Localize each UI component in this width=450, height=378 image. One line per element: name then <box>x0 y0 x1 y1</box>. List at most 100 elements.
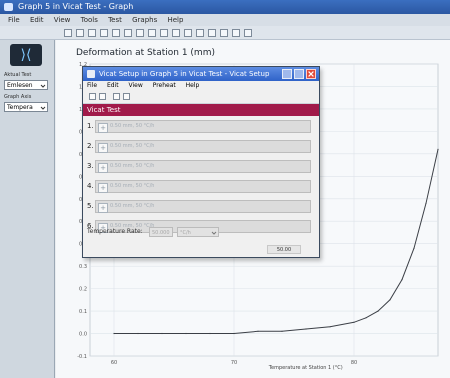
expand-icon[interactable]: + <box>98 163 108 173</box>
data-point <box>233 332 235 335</box>
data-point <box>329 326 331 328</box>
data-point <box>305 328 307 330</box>
dialog-menu-view[interactable]: View <box>129 82 143 89</box>
temperature-rate-input[interactable]: 50.000 <box>149 227 173 237</box>
y-tick-label: 0.0 <box>79 332 87 338</box>
grid-icon[interactable] <box>172 29 180 37</box>
help-icon[interactable] <box>244 29 252 37</box>
station-field[interactable]: + 0.50 mm, 50 °C/h <box>95 180 311 193</box>
station-value: 0.50 mm, 50 °C/h <box>110 163 155 169</box>
chevron-down-icon <box>40 84 46 88</box>
station-number: 3. <box>87 162 94 170</box>
expand-icon[interactable]: + <box>98 123 108 133</box>
app-logo: ⟩⟨ <box>10 44 42 66</box>
zoom-in-icon[interactable] <box>112 29 120 37</box>
data-point <box>389 299 391 301</box>
graph-axis-select[interactable]: Tempera <box>4 102 48 112</box>
station-number: 2. <box>87 142 94 150</box>
temperature-rate-unit-select[interactable]: °C/h <box>177 227 219 237</box>
dialog-menu-help[interactable]: Help <box>186 82 200 89</box>
x-tick-label: 60 <box>111 360 117 366</box>
temperature-rate-label: Temperature Rate: <box>87 228 143 235</box>
data-point <box>365 317 367 319</box>
data-point <box>209 332 211 335</box>
station-field[interactable]: + 0.50 mm, 50 °C/h <box>95 140 311 153</box>
data-point <box>161 332 163 335</box>
dialog-titlebar: Vicat Setup in Graph 5 in Vicat Test - V… <box>83 67 319 81</box>
expand-icon[interactable]: + <box>98 143 108 153</box>
menu-view[interactable]: View <box>54 14 71 26</box>
data-point <box>425 202 427 204</box>
maximize-button[interactable] <box>294 69 304 79</box>
data-point <box>413 247 415 249</box>
data-point <box>185 332 187 335</box>
data-point <box>281 330 283 332</box>
data-point <box>401 279 403 281</box>
station-field[interactable]: + 0.50 mm, 50 °C/h <box>95 200 311 213</box>
cursor-icon[interactable] <box>160 29 168 37</box>
fit-icon[interactable] <box>136 29 144 37</box>
toolbar <box>0 26 450 40</box>
window-titlebar: Graph 5 in Vicat Test - Graph <box>0 0 450 14</box>
save-icon[interactable] <box>88 29 96 37</box>
station-value: 0.50 mm, 50 °C/h <box>110 123 155 129</box>
expand-icon[interactable]: + <box>98 203 108 213</box>
y-tick-label: 0.1 <box>79 309 87 315</box>
dialog-toolbar <box>83 91 319 104</box>
station-row: 5. + 0.50 mm, 50 °C/h <box>87 198 315 216</box>
zoom-out-icon[interactable] <box>124 29 132 37</box>
station-value: 0.50 mm, 50 °C/h <box>110 143 155 149</box>
data-point <box>113 332 115 335</box>
dialog-menu-preheat[interactable]: Preheat <box>153 82 176 89</box>
station-field[interactable]: + 0.50 mm, 50 °C/h <box>95 160 311 173</box>
y-tick-label: 0.2 <box>79 287 87 293</box>
menu-test[interactable]: Test <box>108 14 122 26</box>
graph-title: Deformation at Station 1 (mm) <box>76 48 215 58</box>
menu-help[interactable]: Help <box>167 14 183 26</box>
station-number: 4. <box>87 182 94 190</box>
close-icon <box>308 71 314 77</box>
data-point <box>377 310 379 312</box>
dialog-settings-icon[interactable] <box>123 93 130 100</box>
dialog-open-icon[interactable] <box>89 93 96 100</box>
settings-icon[interactable] <box>232 29 240 37</box>
legend-icon[interactable] <box>184 29 192 37</box>
next-icon[interactable] <box>220 29 228 37</box>
data-icon[interactable] <box>196 29 204 37</box>
vicat-test-header: Vicat Test <box>83 104 319 116</box>
station-number: 5. <box>87 202 94 210</box>
pan-icon[interactable] <box>148 29 156 37</box>
print-icon[interactable] <box>100 29 108 37</box>
window-title: Graph 5 in Vicat Test - Graph <box>18 2 134 11</box>
dialog-print-icon[interactable] <box>113 93 120 100</box>
menu-file[interactable]: File <box>8 14 20 26</box>
prev-icon[interactable] <box>208 29 216 37</box>
station-number: 1. <box>87 122 94 130</box>
dialog-menu-file[interactable]: File <box>87 82 97 89</box>
new-icon[interactable] <box>64 29 72 37</box>
minimize-button[interactable] <box>282 69 292 79</box>
dialog-menubar: File Edit View Preheat Help <box>83 81 319 91</box>
station-row: 3. + 0.50 mm, 50 °C/h <box>87 158 315 176</box>
expand-icon[interactable]: + <box>98 183 108 193</box>
chevron-down-icon <box>40 106 46 110</box>
data-point <box>257 330 259 332</box>
station-value: 0.50 mm, 50 °C/h <box>110 183 155 189</box>
load-select[interactable]: Emlesen <box>4 80 48 90</box>
dialog-window-controls <box>282 69 316 79</box>
graph-axis-label: Graph Axis <box>4 94 32 100</box>
dialog-menu-edit[interactable]: Edit <box>107 82 119 89</box>
open-icon[interactable] <box>76 29 84 37</box>
station-field[interactable]: + 0.50 mm, 50 °C/h <box>95 120 311 133</box>
menu-graphs[interactable]: Graphs <box>132 14 157 26</box>
data-point <box>353 321 355 323</box>
menubar: File Edit View Tools Test Graphs Help <box>0 14 450 26</box>
menu-tools[interactable]: Tools <box>81 14 98 26</box>
vicat-setup-dialog: Vicat Setup in Graph 5 in Vicat Test - V… <box>82 66 320 258</box>
menu-edit[interactable]: Edit <box>30 14 44 26</box>
station-row: 2. + 0.50 mm, 50 °C/h <box>87 138 315 156</box>
x-tick-label: 80 <box>351 360 357 366</box>
close-button[interactable] <box>306 69 316 79</box>
load-label: Aktual Test <box>4 72 32 78</box>
dialog-save-icon[interactable] <box>99 93 106 100</box>
